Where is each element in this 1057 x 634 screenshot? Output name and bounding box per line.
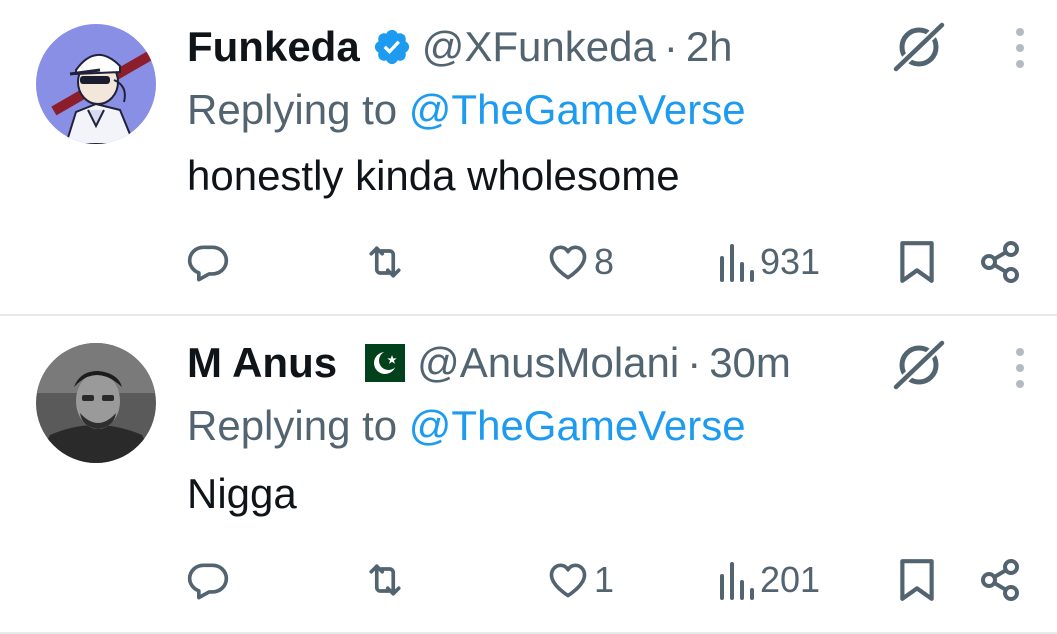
separator-dot: · (663, 23, 678, 70)
repost-button[interactable] (360, 232, 410, 292)
display-name[interactable]: Funkeda (187, 23, 360, 71)
action-bar: 8 931 (0, 232, 1057, 292)
reply-icon (187, 245, 229, 282)
separator-dot: · (687, 339, 702, 386)
reply-button[interactable] (186, 232, 230, 292)
views-icon (720, 562, 754, 600)
more-options-icon[interactable] (1008, 346, 1032, 390)
replying-to: Replying to @TheGameVerse (187, 402, 746, 450)
replying-prefix: Replying to (187, 86, 398, 133)
tweet-text: honestly kinda wholesome (187, 152, 680, 199)
pakistan-flag-icon (351, 344, 406, 382)
mention-link[interactable]: @TheGameVerse (409, 86, 746, 133)
more-options-icon[interactable] (1008, 26, 1032, 70)
reply-button[interactable] (186, 550, 230, 610)
verified-badge-icon (374, 29, 409, 65)
avatar[interactable] (36, 343, 156, 463)
view-count: 201 (760, 559, 821, 600)
like-count: 1 (594, 559, 615, 600)
timestamp[interactable]: 30m (709, 339, 791, 387)
share-button[interactable] (976, 550, 1024, 610)
replying-to: Replying to @TheGameVerse (187, 86, 746, 134)
views-icon (720, 244, 754, 282)
bookmark-button[interactable] (896, 232, 938, 292)
heart-icon (549, 563, 587, 598)
view-count: 931 (760, 241, 821, 282)
avatar[interactable] (36, 24, 156, 144)
views-button[interactable]: 931 (716, 232, 820, 292)
tweet-text: Nigga (187, 470, 297, 517)
user-handle[interactable]: @AnusMolani (417, 339, 679, 387)
share-icon (981, 559, 1019, 601)
reply-tweet[interactable]: M Anus @AnusMolani · 30m Replying to @Th… (0, 316, 1057, 634)
reply-icon (187, 563, 229, 600)
reply-tweet[interactable]: Funkeda @XFunkeda · 2h Replying to @TheG… (0, 0, 1057, 316)
tweet-header: M Anus @AnusMolani · 30m (187, 336, 791, 390)
grok-icon[interactable] (892, 18, 948, 74)
tweet-header: Funkeda @XFunkeda · 2h (187, 20, 733, 74)
replying-prefix: Replying to (187, 402, 398, 449)
repost-icon (369, 246, 401, 278)
like-count: 8 (594, 241, 615, 282)
action-bar: 1 201 (0, 550, 1057, 610)
bookmark-icon (900, 559, 934, 601)
display-name[interactable]: M Anus (187, 339, 337, 387)
timestamp[interactable]: 2h (686, 23, 733, 71)
like-button[interactable]: 1 (546, 550, 614, 610)
repost-button[interactable] (360, 550, 410, 610)
bookmark-button[interactable] (896, 550, 938, 610)
share-icon (981, 241, 1019, 283)
share-button[interactable] (976, 232, 1024, 292)
bookmark-icon (900, 241, 934, 283)
views-button[interactable]: 201 (716, 550, 820, 610)
grok-icon[interactable] (892, 336, 948, 392)
repost-icon (369, 564, 401, 596)
user-handle[interactable]: @XFunkeda (422, 23, 656, 71)
mention-link[interactable]: @TheGameVerse (409, 402, 746, 449)
heart-icon (549, 245, 587, 280)
like-button[interactable]: 8 (546, 232, 614, 292)
